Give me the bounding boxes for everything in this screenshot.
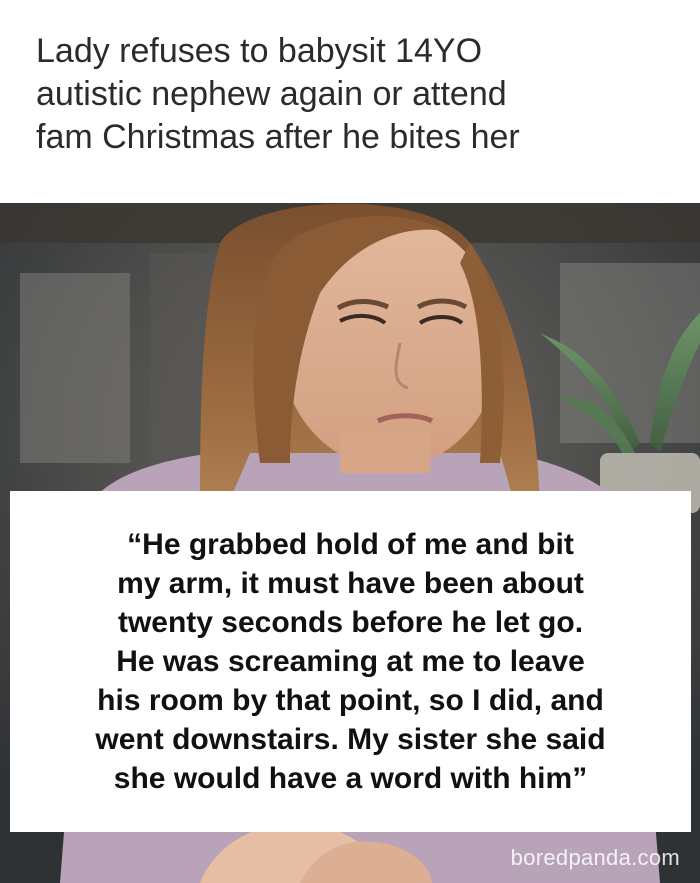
watermark: boredpanda.com	[510, 845, 680, 870]
post-title-line: Lady refuses to babysit 14YO	[36, 32, 483, 70]
quote-line: his room by that point, so I did, and	[97, 684, 604, 717]
post-title-line: autistic nephew again or attend	[36, 75, 507, 113]
post-title: Lady refuses to babysit 14YO autistic ne…	[36, 30, 676, 159]
quote-line: twenty seconds before he let go.	[117, 606, 584, 639]
quote-line: she would have a word with him”	[113, 762, 588, 795]
post-page: Lady refuses to babysit 14YO autistic ne…	[0, 0, 700, 883]
quote-line: went downstairs. My sister she said	[95, 723, 606, 756]
quote-line: my arm, it must have been about	[117, 567, 584, 600]
quote-line: He was screaming at me to leave	[116, 645, 585, 678]
post-title-line: fam Christmas after he bites her	[36, 118, 520, 156]
quote-line: “He grabbed hold of me and bit	[127, 528, 574, 561]
quote-box: “He grabbed hold of me and bit my arm, i…	[10, 491, 691, 832]
